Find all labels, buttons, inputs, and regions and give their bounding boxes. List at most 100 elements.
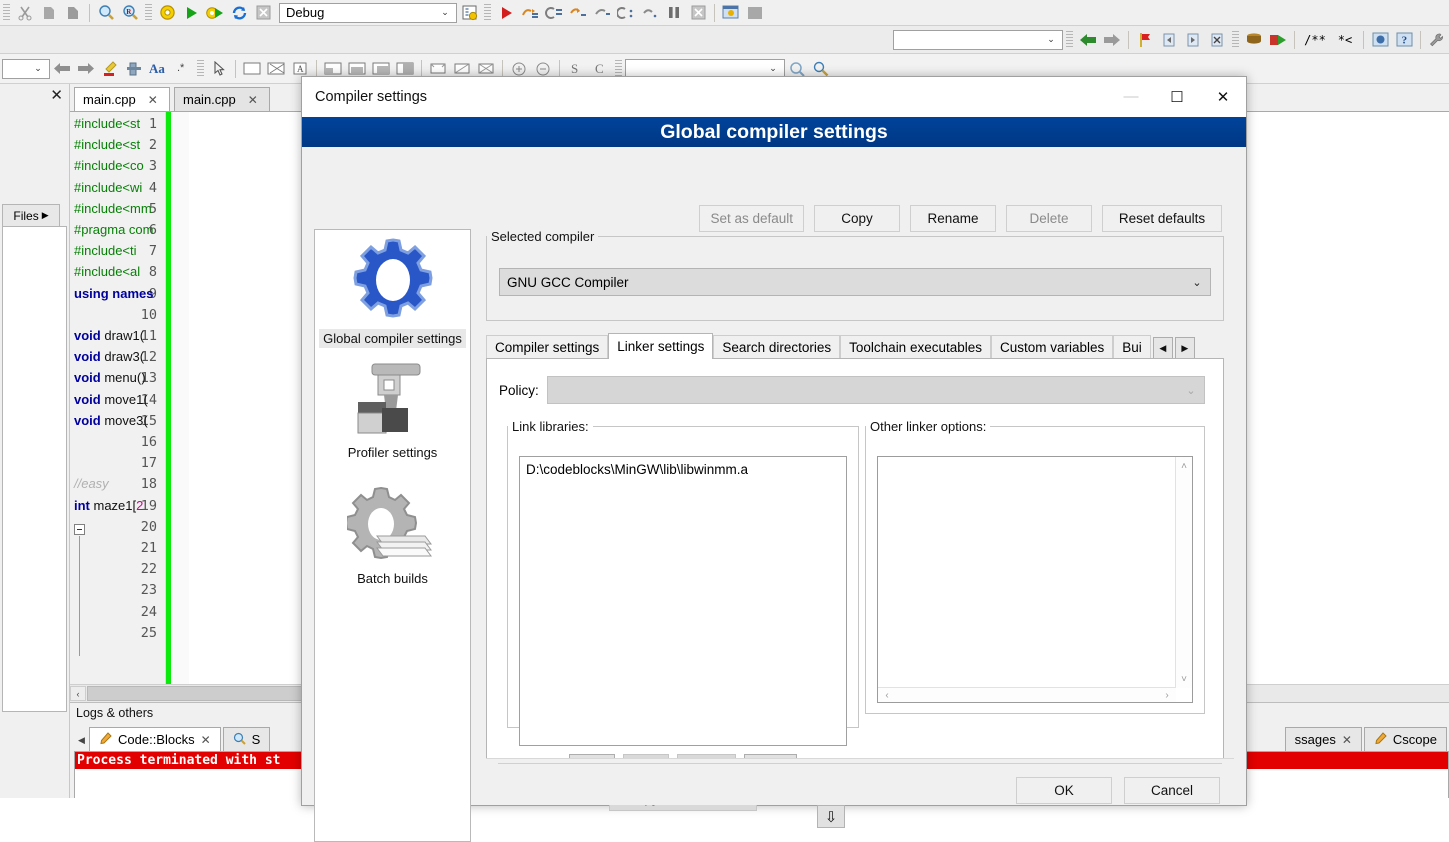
nav-item-profiler-settings[interactable]: Profiler settings <box>315 358 470 462</box>
bookmark-clear-icon[interactable] <box>1206 30 1228 50</box>
minimize-button[interactable]: — <box>1108 77 1154 116</box>
policy-combo[interactable]: ⌄ <box>546 376 1205 404</box>
logs-scroll-left-icon[interactable]: ◀ <box>74 729 89 751</box>
smiley-icon[interactable] <box>1369 30 1391 50</box>
help-icon[interactable]: ? <box>1393 30 1415 50</box>
logs-tab-messages[interactable]: ssages ✕ <box>1284 727 1362 751</box>
scroll-right-icon[interactable]: › <box>1160 688 1174 702</box>
find-replace-icon[interactable]: R <box>119 3 141 23</box>
class-browser-icon[interactable] <box>1243 30 1265 50</box>
run-plugin-icon[interactable] <box>1267 30 1289 50</box>
fold-toggle[interactable] <box>74 524 85 535</box>
tab-scroll-prev-icon[interactable]: ◀ <box>1152 337 1173 359</box>
fold-column[interactable] <box>171 112 189 702</box>
toolbar-grip-debugger[interactable] <box>484 3 491 22</box>
vertical-scrollbar[interactable]: ˄ ˅ <box>1175 457 1192 688</box>
back-icon[interactable] <box>51 59 73 79</box>
manager-tab-files[interactable]: Files ▶ <box>2 204 60 226</box>
scroll-left-icon[interactable]: ‹ <box>880 688 894 702</box>
paste-icon[interactable] <box>62 3 84 23</box>
toolbar-grip-search[interactable] <box>615 59 622 78</box>
horizontal-scrollbar[interactable]: ‹ › <box>878 687 1176 702</box>
symbols-combo[interactable]: ⌄ <box>893 29 1063 50</box>
close-icon[interactable]: ✕ <box>1342 733 1352 747</box>
editor-zoom-combo[interactable]: ⌄ <box>2 58 50 79</box>
toolbar-grip[interactable] <box>3 3 10 22</box>
logs-tab-cscope[interactable]: Cscope <box>1363 727 1447 751</box>
debugging-windows-icon[interactable] <box>720 3 742 23</box>
close-button[interactable]: ✕ <box>1200 77 1246 116</box>
debug-step-into-icon[interactable] <box>567 3 589 23</box>
abort-icon[interactable] <box>252 3 274 23</box>
close-icon[interactable]: ✕ <box>201 733 211 747</box>
maximize-button[interactable]: ☐ <box>1154 77 1200 116</box>
nav-item-batch-builds[interactable]: Batch builds <box>315 484 470 588</box>
debug-break-icon[interactable] <box>663 3 685 23</box>
tab-scroll-next-icon[interactable]: ▶ <box>1174 337 1195 359</box>
build-icon[interactable] <box>156 3 178 23</box>
move-down-button[interactable]: ⇩ <box>817 805 845 828</box>
link-libraries-list[interactable]: D:\codeblocks\MinGW\lib\libwinmm.a <box>519 456 847 746</box>
scroll-left-icon[interactable]: ‹ <box>70 686 86 701</box>
build-target-combo[interactable]: Debug ⌄ <box>279 2 457 23</box>
close-icon[interactable]: ✕ <box>248 93 258 107</box>
toolbar-grip-wx[interactable] <box>197 59 204 78</box>
rebuild-icon[interactable] <box>228 3 250 23</box>
nav-item-global-compiler-settings[interactable]: Global compiler settings <box>315 234 470 348</box>
selected-compiler-combo[interactable]: GNU GCC Compiler ⌄ <box>499 268 1211 296</box>
cancel-button[interactable]: Cancel <box>1124 777 1220 804</box>
build-targets-icon[interactable] <box>458 3 480 23</box>
run-icon[interactable] <box>180 3 202 23</box>
ok-button[interactable]: OK <box>1016 777 1112 804</box>
scroll-down-icon[interactable]: ˅ <box>1176 672 1192 686</box>
rename-button[interactable]: Rename <box>910 205 996 232</box>
other-linker-options-textarea[interactable]: ˄ ˅ ‹ › <box>877 456 1193 703</box>
bookmark-prev-icon[interactable] <box>1158 30 1180 50</box>
tab-search-directories[interactable]: Search directories <box>713 335 841 359</box>
nav-back-icon[interactable] <box>1077 30 1099 50</box>
list-item[interactable]: D:\codeblocks\MinGW\lib\libwinmm.a <box>524 461 846 478</box>
close-icon[interactable]: ✕ <box>148 93 158 107</box>
copy-button[interactable]: Copy <box>814 205 900 232</box>
debug-next-line-icon[interactable] <box>543 3 565 23</box>
debug-next-instruction-icon[interactable] <box>615 3 637 23</box>
debug-continue-icon[interactable] <box>495 3 517 23</box>
editor-tab-0[interactable]: main.cpp ✕ <box>74 87 170 111</box>
nav-forward-icon[interactable] <box>1101 30 1123 50</box>
editor-tab-1[interactable]: main.cpp ✕ <box>174 87 270 111</box>
checkbox-icon[interactable] <box>265 59 287 79</box>
logs-tab-codeblocks[interactable]: Code::Blocks ✕ <box>89 727 221 751</box>
build-and-run-icon[interactable] <box>204 3 226 23</box>
close-icon[interactable]: ✕ <box>50 88 63 103</box>
wildcard-icon[interactable]: .* <box>171 59 193 79</box>
pointer-icon[interactable] <box>208 59 230 79</box>
tab-compiler-settings[interactable]: Compiler settings <box>486 335 609 359</box>
font-size-icon[interactable]: Aa <box>147 59 169 79</box>
forward-icon[interactable] <box>75 59 97 79</box>
delete-compiler-button[interactable]: Delete <box>1006 205 1092 232</box>
wrench-icon[interactable] <box>1426 30 1448 50</box>
toolbar-grip-plugins[interactable] <box>1232 30 1239 49</box>
find-icon[interactable] <box>95 3 117 23</box>
doc-comment-block-icon[interactable]: *< <box>1332 30 1358 50</box>
flag-red-icon[interactable] <box>1134 30 1156 50</box>
tab-linker-settings[interactable]: Linker settings <box>608 333 714 359</box>
toolbar-grip-compiler[interactable] <box>145 3 152 22</box>
various-info-icon[interactable] <box>744 3 766 23</box>
tab-toolchain-executables[interactable]: Toolchain executables <box>840 335 991 359</box>
doc-comment-icon[interactable]: /** <box>1300 30 1330 50</box>
toggle-bookmark-icon[interactable] <box>123 59 145 79</box>
highlight-icon[interactable] <box>99 59 121 79</box>
debug-stop-icon[interactable] <box>687 3 709 23</box>
set-as-default-button[interactable]: Set as default <box>699 205 804 232</box>
debug-step-out-icon[interactable] <box>591 3 613 23</box>
scroll-up-icon[interactable]: ˄ <box>1176 459 1192 473</box>
copy-icon[interactable] <box>38 3 60 23</box>
bookmark-next-icon[interactable] <box>1182 30 1204 50</box>
tab-build-options[interactable]: Bui <box>1113 335 1151 359</box>
tab-custom-variables[interactable]: Custom variables <box>991 335 1114 359</box>
reset-defaults-button[interactable]: Reset defaults <box>1102 205 1222 232</box>
cut-icon[interactable] <box>14 3 36 23</box>
debug-run-to-cursor-icon[interactable] <box>519 3 541 23</box>
debug-step-instruction-icon[interactable] <box>639 3 661 23</box>
